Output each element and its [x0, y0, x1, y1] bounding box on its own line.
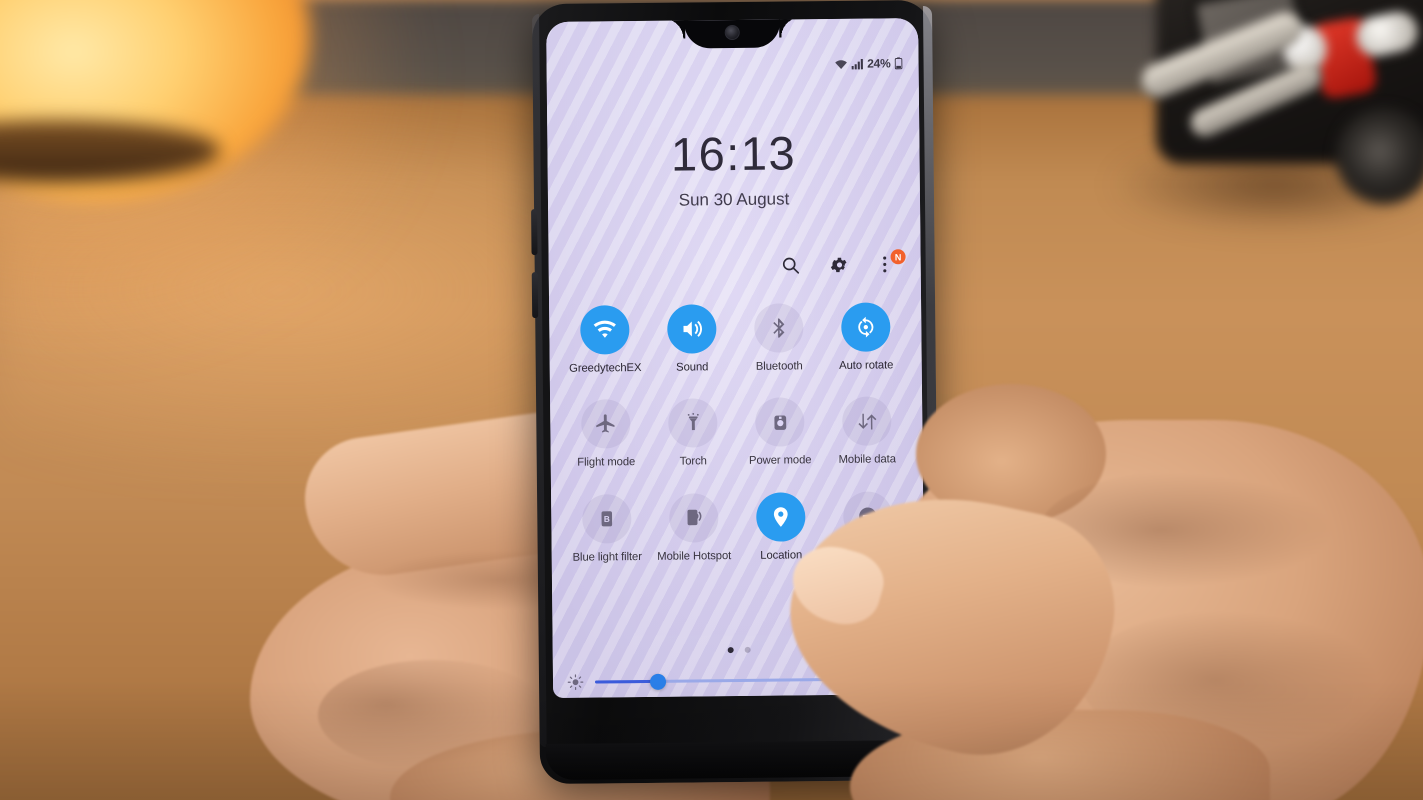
signal-bars-icon: [851, 58, 863, 69]
status-badge: N: [890, 249, 906, 265]
tile-mobile-hotspot[interactable]: Mobile Hotspot: [650, 492, 738, 564]
model-car-wheel: [1336, 108, 1423, 204]
tile-auto-rotate[interactable]: Auto rotate: [822, 302, 910, 373]
gear-icon[interactable]: [829, 255, 851, 277]
tile-bluetooth[interactable]: Bluetooth: [735, 303, 823, 374]
search-icon[interactable]: [781, 255, 803, 277]
tile-torch-circle: [668, 398, 718, 449]
status-bar: 24%: [834, 56, 903, 71]
right-hand: [767, 384, 1423, 800]
svg-text:B: B: [604, 513, 610, 523]
hotspot-icon: [686, 509, 701, 526]
tile-blue-light-filter-circle: B: [582, 493, 632, 544]
tile-flight-mode-label: Flight mode: [577, 456, 636, 469]
clock-date: Sun 30 August: [678, 189, 790, 210]
volume-down-button[interactable]: [531, 272, 539, 319]
flashlight-icon: [687, 412, 699, 430]
tile-sound-label: Sound: [676, 361, 709, 374]
tile-bluetooth-circle: [754, 303, 804, 353]
left-hand-crease: [318, 660, 548, 770]
brightness-slider-thumb[interactable]: [650, 673, 667, 690]
tile-wifi-circle: [580, 305, 630, 355]
tile-flight-mode[interactable]: Flight mode: [562, 399, 650, 470]
tile-bluetooth-label: Bluetooth: [755, 360, 803, 373]
brightness-icon: [567, 674, 584, 691]
page-dot-2[interactable]: [744, 646, 751, 653]
power-mode-icon: [773, 415, 786, 430]
battery-icon: [894, 57, 903, 70]
tile-mobile-hotspot-label: Mobile Hotspot: [657, 549, 732, 563]
quick-settings-actions: N: [781, 249, 906, 277]
tile-sound[interactable]: Sound: [648, 304, 736, 375]
tile-blue-light-filter[interactable]: B Blue light filter: [563, 493, 651, 565]
clock-time: 16:13: [670, 126, 797, 181]
tile-flight-mode-circle: [581, 399, 631, 449]
wifi-icon: [593, 320, 616, 338]
overflow-menu-icon[interactable]: N: [877, 249, 906, 276]
tile-wifi-label: GreedytechEX: [569, 361, 642, 375]
tile-blue-light-filter-label: Blue light filter: [572, 550, 642, 564]
tile-torch-label: Torch: [679, 455, 707, 468]
volume-up-button[interactable]: [531, 209, 538, 256]
brightness-slider-fill: [595, 679, 659, 684]
photo-scene: 24% 16:13 Sun 30 August N GreedytechEX S…: [0, 0, 1423, 800]
bluetooth-icon: [773, 318, 785, 338]
airplane-icon: [596, 414, 615, 433]
tile-sound-circle: [667, 304, 717, 354]
tile-wifi[interactable]: GreedytechEX: [561, 305, 649, 376]
sound-icon: [683, 320, 702, 337]
battery-percentage: 24%: [867, 56, 891, 71]
blue-light-filter-icon: B: [601, 510, 613, 527]
auto-rotate-icon: [858, 316, 874, 338]
wifi-icon: [834, 58, 847, 69]
tile-mobile-hotspot-circle: [669, 492, 719, 543]
waterdrop-notch: [684, 18, 781, 49]
tile-auto-rotate-label: Auto rotate: [839, 359, 894, 372]
lockscreen-clock: 16:13 Sun 30 August: [547, 126, 920, 212]
tile-auto-rotate-circle: [841, 302, 891, 352]
front-camera-icon: [724, 24, 740, 41]
page-dot-1[interactable]: [727, 647, 734, 654]
tile-torch[interactable]: Torch: [649, 398, 737, 469]
